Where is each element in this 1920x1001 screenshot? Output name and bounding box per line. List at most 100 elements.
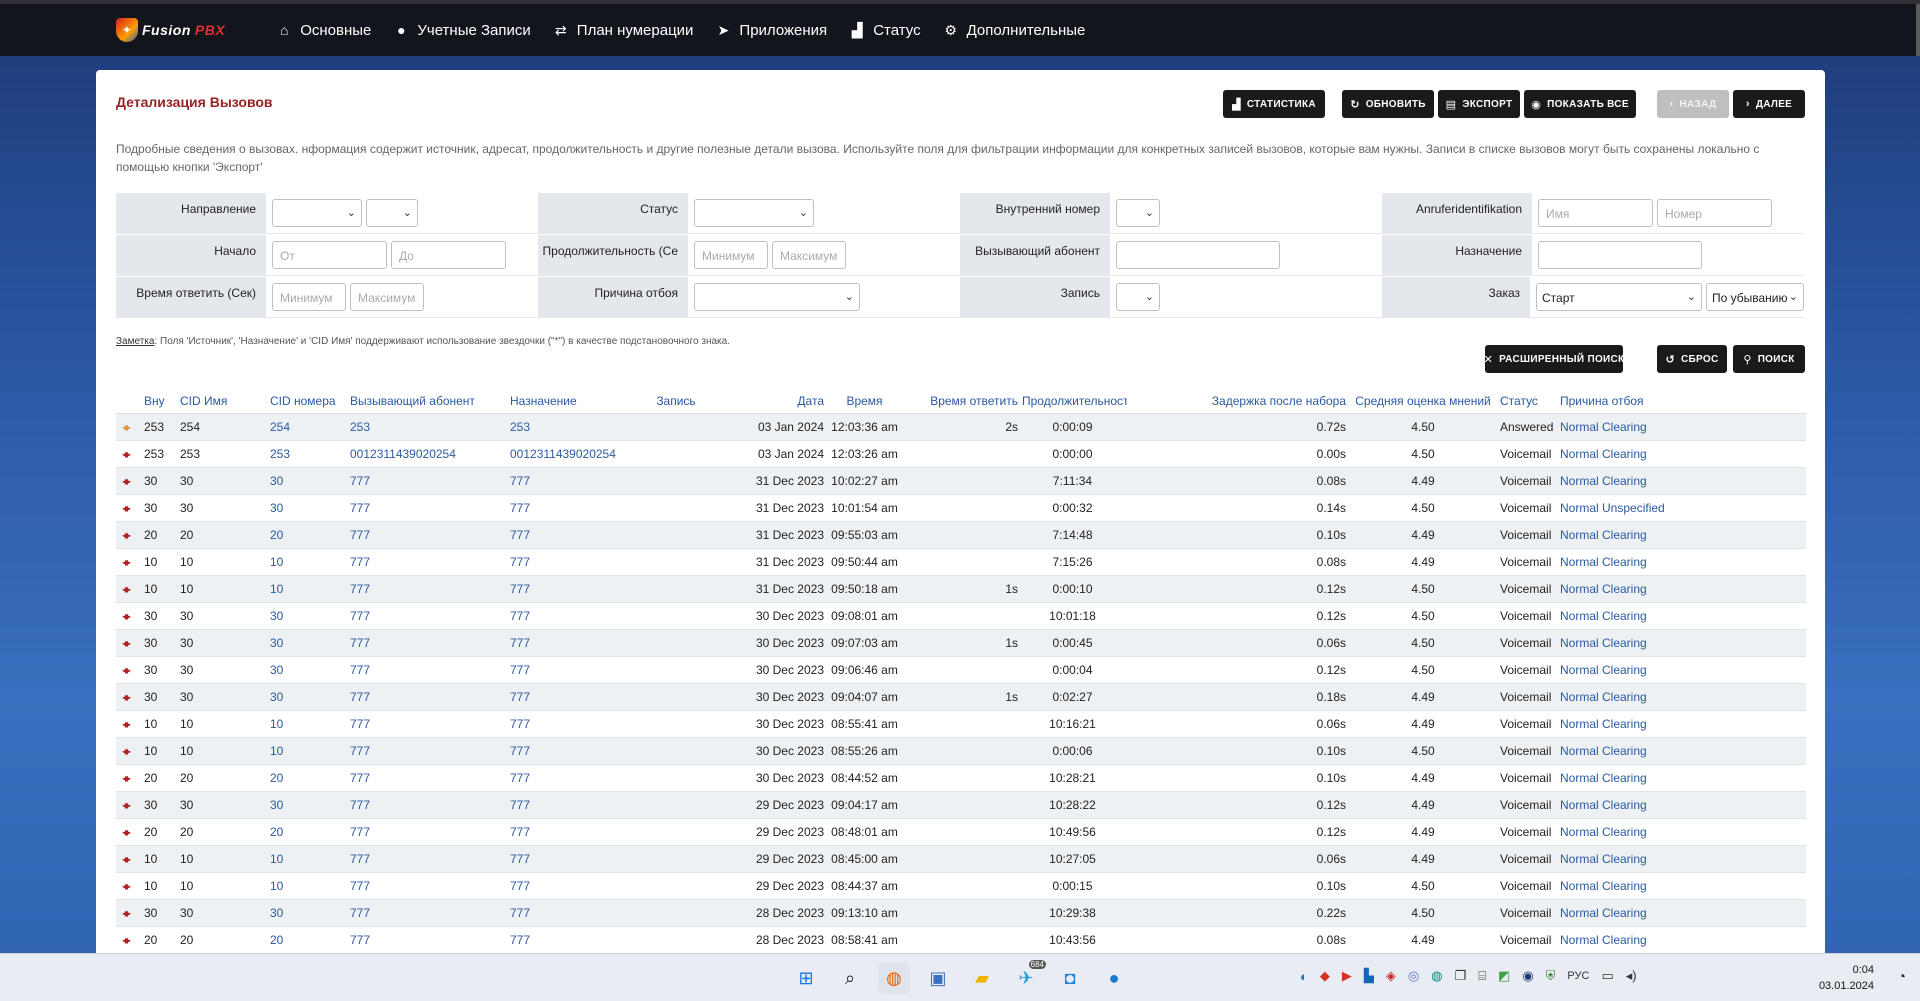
answer-max-input[interactable]: Максимум bbox=[350, 283, 424, 311]
telegram-icon[interactable]: ✈ 684 bbox=[1010, 960, 1046, 994]
tray-video-icon[interactable]: ▶ bbox=[1342, 968, 1352, 984]
table-row[interactable]: ◂▸ 30 30 30 777 777 31 Dec 2023 10:02:27 am 7:11… bbox=[116, 468, 1806, 495]
destination-input[interactable] bbox=[1538, 241, 1702, 269]
cell-dest[interactable]: 777 bbox=[510, 663, 643, 677]
cell-caller[interactable]: 777 bbox=[350, 852, 510, 866]
cell-cid-num[interactable]: 20 bbox=[270, 933, 350, 947]
table-row[interactable]: ◂▸ 30 30 30 777 777 29 Dec 2023 09:04:17 am 10:2… bbox=[116, 792, 1806, 819]
cell-cid-num[interactable]: 30 bbox=[270, 663, 350, 677]
refresh-button[interactable]: ↻ Обновить bbox=[1342, 90, 1434, 118]
cell-caller[interactable]: 777 bbox=[350, 825, 510, 839]
cell-caller[interactable]: 777 bbox=[350, 474, 510, 488]
cell-caller[interactable]: 777 bbox=[350, 663, 510, 677]
cell-dest[interactable]: 777 bbox=[510, 933, 643, 947]
column-header[interactable]: CID Имя bbox=[180, 394, 270, 408]
hangup-cause-select[interactable]: ⌄ bbox=[694, 283, 860, 311]
cell-dest[interactable]: 777 bbox=[510, 852, 643, 866]
order-by-select[interactable]: Старт ⌄ bbox=[1536, 283, 1702, 311]
cell-caller[interactable]: 777 bbox=[350, 906, 510, 920]
table-row[interactable]: ◂▸ 10 10 10 777 777 29 Dec 2023 08:44:37 am 0:00… bbox=[116, 873, 1806, 900]
cell-cid-num[interactable]: 20 bbox=[270, 771, 350, 785]
column-header[interactable]: Вну bbox=[144, 394, 180, 408]
table-row[interactable]: ◂▸ 20 20 20 777 777 31 Dec 2023 09:55:03 am 7:14… bbox=[116, 522, 1806, 549]
cell-caller[interactable]: 777 bbox=[350, 582, 510, 596]
taskbar-clock[interactable]: 0:04 03.01.2024 bbox=[1819, 962, 1874, 994]
cell-dest[interactable]: 777 bbox=[510, 825, 643, 839]
cell-cid-num[interactable]: 254 bbox=[270, 420, 350, 434]
table-row[interactable]: ◂▸ 10 10 10 777 777 30 Dec 2023 08:55:26 am 0:00… bbox=[116, 738, 1806, 765]
cell-cause[interactable]: Normal Clearing bbox=[1560, 798, 1670, 812]
start-from-input[interactable]: От bbox=[272, 241, 387, 269]
tray-usb-icon[interactable]: ⌸ bbox=[1478, 968, 1486, 984]
direction-select[interactable]: ⌄ bbox=[272, 199, 362, 227]
cell-cid-num[interactable]: 10 bbox=[270, 879, 350, 893]
tray-edge-icon[interactable]: ◐ bbox=[1300, 969, 1308, 984]
cell-cause[interactable]: Normal Clearing bbox=[1560, 825, 1670, 839]
cell-caller[interactable]: 777 bbox=[350, 636, 510, 650]
menu-item-dialplan[interactable]: ⇄ План нумерации bbox=[542, 4, 705, 56]
volume-icon[interactable]: ◂) bbox=[1626, 968, 1637, 984]
column-header[interactable]: Причина отбоя bbox=[1560, 394, 1670, 408]
table-row[interactable]: ◂▸ 30 30 30 777 777 31 Dec 2023 10:01:54 am 0:00… bbox=[116, 495, 1806, 522]
cell-dest[interactable]: 777 bbox=[510, 636, 643, 650]
export-button[interactable]: ▤ Экспорт bbox=[1438, 90, 1520, 118]
table-row[interactable]: ◂▸ 10 10 10 777 777 30 Dec 2023 08:55:41 am 10:1… bbox=[116, 711, 1806, 738]
fusionpbx-logo[interactable]: ✦ Fusion PBX bbox=[116, 18, 225, 42]
cell-cid-num[interactable]: 10 bbox=[270, 744, 350, 758]
remote-desktop-icon[interactable]: ▣ bbox=[922, 962, 954, 994]
answer-min-input[interactable]: Минимум bbox=[272, 283, 346, 311]
cell-caller[interactable]: 777 bbox=[350, 555, 510, 569]
search-button[interactable]: ⚲ Поиск bbox=[1733, 345, 1805, 373]
cell-caller[interactable]: 777 bbox=[350, 879, 510, 893]
cell-cause[interactable]: Normal Clearing bbox=[1560, 636, 1670, 650]
cell-cid-num[interactable]: 20 bbox=[270, 528, 350, 542]
cell-caller[interactable]: 253 bbox=[350, 420, 510, 434]
cell-cause[interactable]: Normal Clearing bbox=[1560, 420, 1670, 434]
table-row[interactable]: ◂▸ 10 10 10 777 777 31 Dec 2023 09:50:44 am 7:15… bbox=[116, 549, 1806, 576]
tray-l-icon[interactable]: ▙ bbox=[1364, 968, 1374, 984]
show-all-button[interactable]: ◉ Показать все bbox=[1524, 90, 1636, 118]
table-row[interactable]: ◂▸ 30 30 30 777 777 30 Dec 2023 09:06:46 am 0:00… bbox=[116, 657, 1806, 684]
cell-cause[interactable]: Normal Clearing bbox=[1560, 474, 1670, 488]
start-to-input[interactable]: До bbox=[391, 241, 506, 269]
column-header[interactable]: Время ответить bbox=[905, 394, 1022, 408]
table-row[interactable]: ◂▸ 30 30 30 777 777 30 Dec 2023 09:07:03 am 1s 0:… bbox=[116, 630, 1806, 657]
cell-cause[interactable]: Normal Clearing bbox=[1560, 744, 1670, 758]
table-row[interactable]: ◂▸ 10 10 10 777 777 31 Dec 2023 09:50:18 am 1s 0:… bbox=[116, 576, 1806, 603]
cell-dest[interactable]: 777 bbox=[510, 744, 643, 758]
cell-dest[interactable]: 253 bbox=[510, 420, 643, 434]
advanced-search-button[interactable]: ✕ Расширенный поиск bbox=[1484, 345, 1624, 373]
table-row[interactable]: ◂▸ 30 30 30 777 777 30 Dec 2023 09:08:01 am 10:0… bbox=[116, 603, 1806, 630]
cell-cid-num[interactable]: 30 bbox=[270, 501, 350, 515]
cell-caller[interactable]: 777 bbox=[350, 501, 510, 515]
tray-shield-icon[interactable]: ⛨ bbox=[1546, 968, 1556, 984]
cell-dest[interactable]: 777 bbox=[510, 798, 643, 812]
cell-cid-num[interactable]: 30 bbox=[270, 690, 350, 704]
duration-min-input[interactable]: Минимум bbox=[694, 241, 768, 269]
table-row[interactable]: ◂▸ 10 10 10 777 777 29 Dec 2023 08:45:00 am 10:2… bbox=[116, 846, 1806, 873]
tray-anydesk-icon[interactable]: ◈ bbox=[1386, 968, 1396, 984]
cell-cause[interactable]: Normal Clearing bbox=[1560, 879, 1670, 893]
column-header[interactable]: Статус bbox=[1500, 394, 1560, 408]
menu-item-home[interactable]: ⌂ Основные bbox=[265, 4, 382, 56]
statistics-button[interactable]: ▟ Статистика bbox=[1223, 90, 1325, 118]
cell-cid-num[interactable]: 30 bbox=[270, 636, 350, 650]
cell-dest[interactable]: 777 bbox=[510, 528, 643, 542]
cell-cid-num[interactable]: 30 bbox=[270, 609, 350, 623]
cell-cause[interactable]: Normal Clearing bbox=[1560, 609, 1670, 623]
cell-caller[interactable]: 777 bbox=[350, 933, 510, 947]
table-row[interactable]: ◂▸ 20 20 20 777 777 28 Dec 2023 08:58:41 am 10:4… bbox=[116, 927, 1806, 954]
tray-app-icon[interactable]: ◆ bbox=[1320, 968, 1330, 984]
column-header[interactable]: Вызывающий абонент bbox=[350, 394, 510, 408]
status-select[interactable]: ⌄ bbox=[694, 199, 814, 227]
table-row[interactable]: ◂▸ 253 254 254 253 253 03 Jan 2024 12:03:36 am 2… bbox=[116, 414, 1806, 441]
cell-cause[interactable]: Normal Clearing bbox=[1560, 555, 1670, 569]
cell-cause[interactable]: Normal Clearing bbox=[1560, 582, 1670, 596]
menu-item-accounts[interactable]: ● Учетные Записи bbox=[382, 4, 541, 56]
cell-dest[interactable]: 777 bbox=[510, 609, 643, 623]
cell-cause[interactable]: Normal Clearing bbox=[1560, 690, 1670, 704]
tray-circle-icon[interactable]: ◎ bbox=[1408, 968, 1419, 984]
caller-id-name-input[interactable]: Имя bbox=[1538, 199, 1653, 227]
cell-cause[interactable]: Normal Clearing bbox=[1560, 663, 1670, 677]
tray-display-icon[interactable]: ▭ bbox=[1601, 968, 1613, 984]
